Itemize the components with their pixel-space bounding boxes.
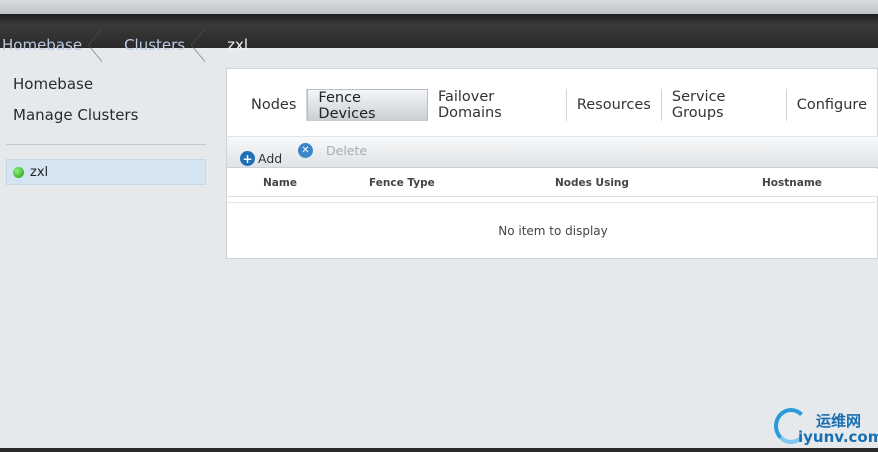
table-header: Name Fence Type Nodes Using Hostname xyxy=(227,169,878,197)
top-strip xyxy=(0,0,878,14)
sidebar-cluster-item[interactable]: zxl xyxy=(6,159,206,185)
plus-icon: + xyxy=(240,151,255,166)
sidebar-item-homebase[interactable]: Homebase xyxy=(13,75,93,93)
add-button-label: Add xyxy=(258,151,283,166)
main-panel: Nodes Fence Devices Failover Domains Res… xyxy=(226,68,878,259)
toolbar: + Add ✕ Delete xyxy=(227,136,878,168)
sidebar: Homebase Manage Clusters zxl xyxy=(0,48,215,448)
bottom-bar xyxy=(0,448,878,452)
column-header-fence-type[interactable]: Fence Type xyxy=(369,177,435,189)
tab-nodes[interactable]: Nodes xyxy=(241,89,308,121)
watermark-url-text: iyunv.com xyxy=(798,428,878,446)
tab-configure[interactable]: Configure xyxy=(787,89,877,121)
close-icon: ✕ xyxy=(298,143,313,158)
tab-bar: Nodes Fence Devices Failover Domains Res… xyxy=(241,89,877,122)
tab-resources[interactable]: Resources xyxy=(567,89,662,121)
tab-fence-devices[interactable]: Fence Devices xyxy=(307,89,428,122)
delete-button-label: Delete xyxy=(326,143,368,158)
empty-table-message: No item to display xyxy=(227,202,878,259)
sidebar-item-manage-clusters[interactable]: Manage Clusters xyxy=(13,106,138,124)
column-header-hostname[interactable]: Hostname xyxy=(762,177,822,189)
column-header-name[interactable]: Name xyxy=(263,177,297,189)
tab-service-groups[interactable]: Service Groups xyxy=(662,89,787,121)
delete-button[interactable]: ✕ Delete xyxy=(298,143,367,158)
watermark-logo: 运维网 iyunv.com xyxy=(772,404,878,448)
status-online-icon xyxy=(13,166,24,178)
cluster-name: zxl xyxy=(30,164,49,180)
column-header-nodes-using[interactable]: Nodes Using xyxy=(555,177,629,189)
sidebar-divider xyxy=(6,144,206,145)
add-button[interactable]: + Add xyxy=(240,151,282,166)
top-navigation-bar: Homebase Clusters zxl xyxy=(0,0,878,62)
tab-failover-domains[interactable]: Failover Domains xyxy=(428,89,567,121)
